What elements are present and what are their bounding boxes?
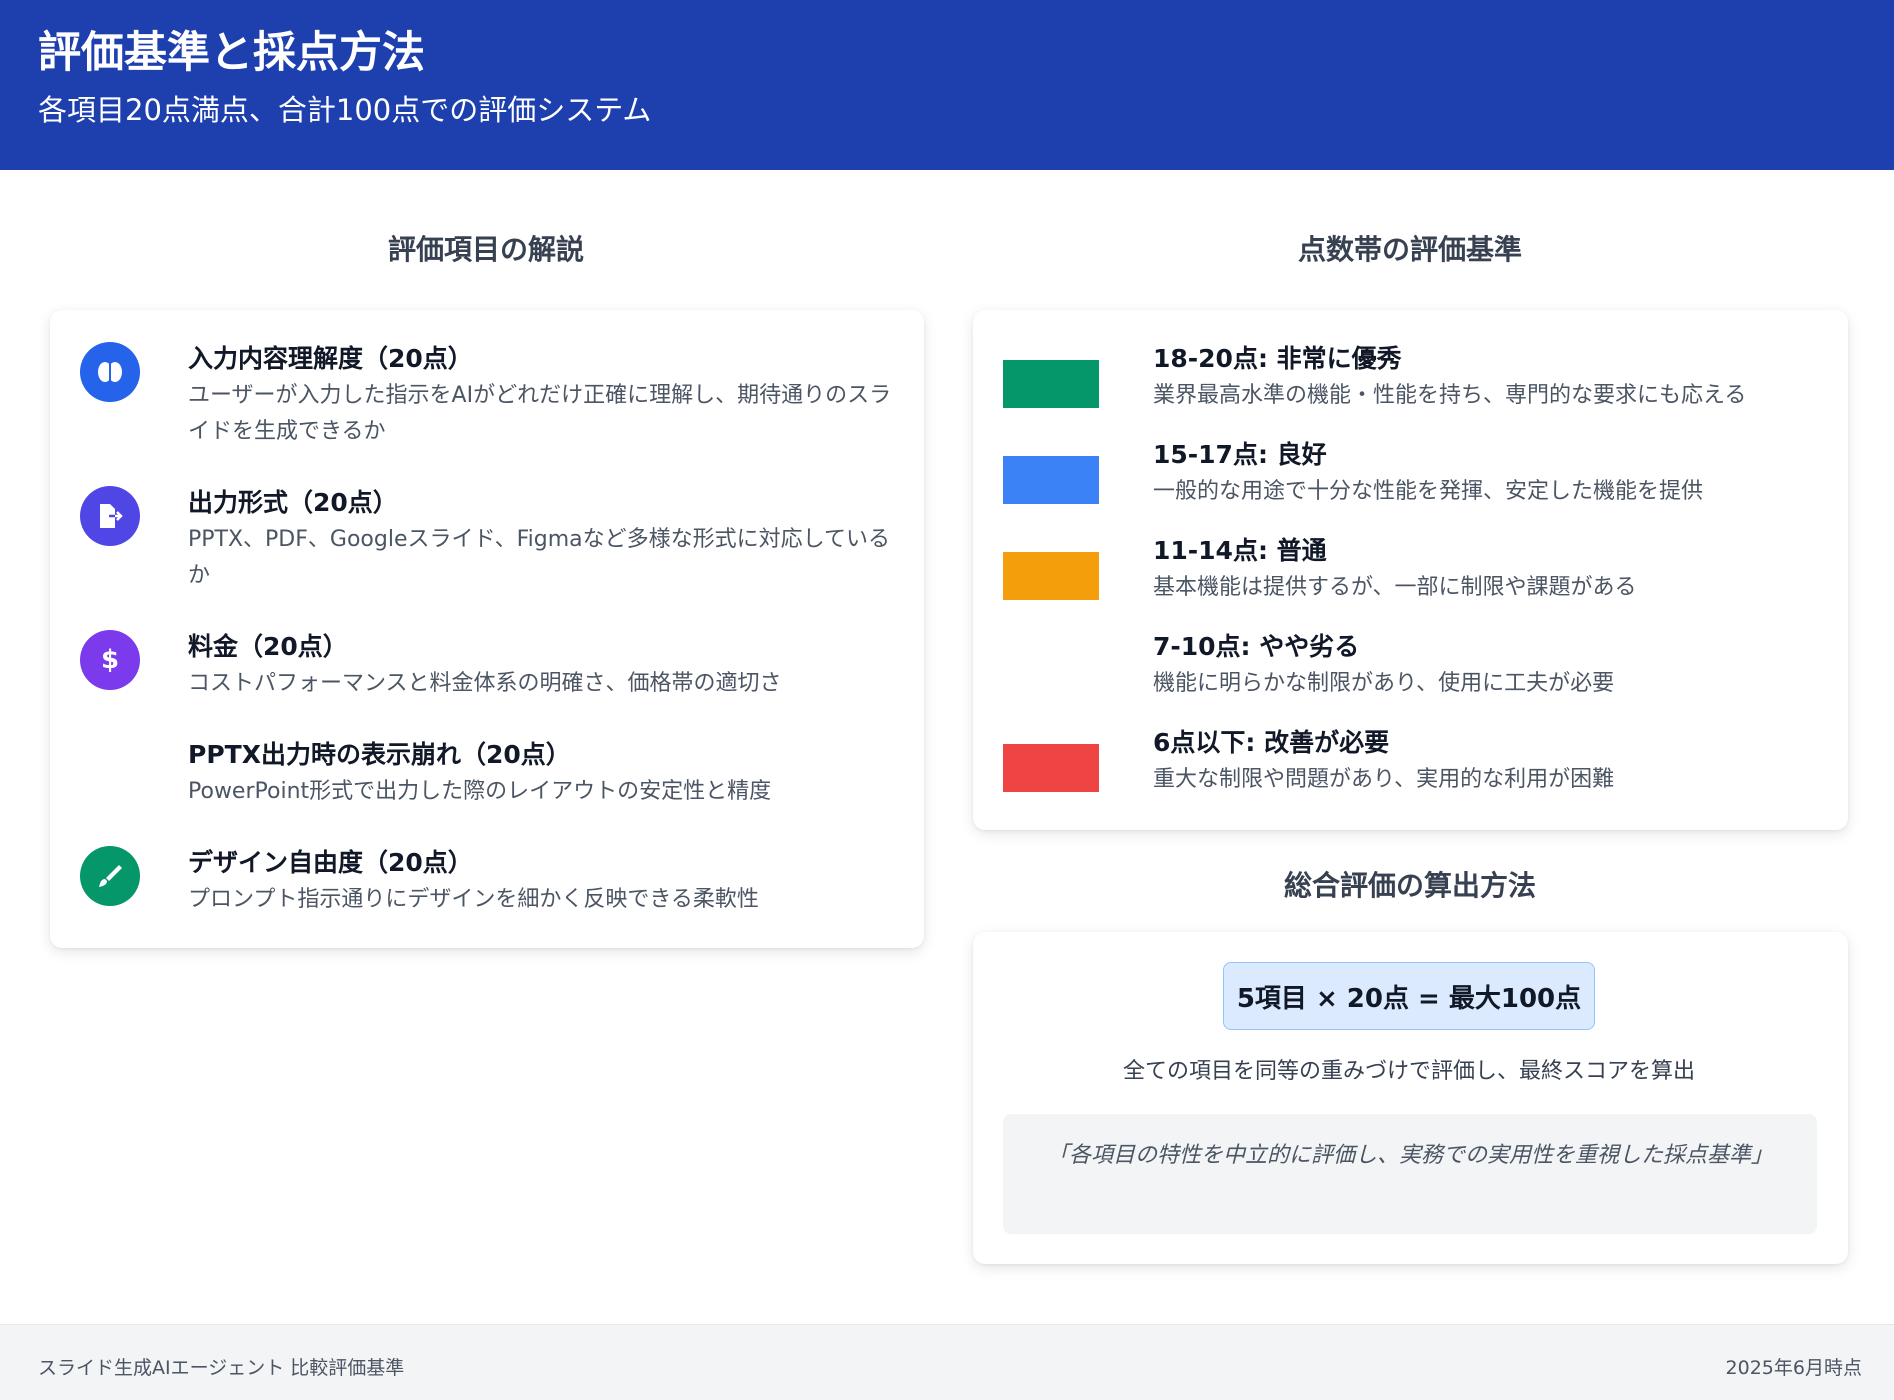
criteria-desc: プロンプト指示通りにデザインを細かく反映できる柔軟性 — [188, 887, 759, 912]
criteria-section-title: 評価項目の解説 — [387, 233, 584, 266]
file-export-icon — [80, 486, 140, 546]
band-item-below-average: 7-10点: やや劣る 機能に明らかな制限があり、使用に工夫が必要 — [1003, 628, 1843, 718]
band-desc: 重大な制限や問題があり、実用的な利用が困難 — [1153, 767, 1615, 792]
dollar-icon: $ — [80, 630, 140, 690]
band-desc: 機能に明らかな制限があり、使用に工夫が必要 — [1153, 671, 1615, 696]
band-color-swatch — [1003, 552, 1099, 600]
quote-box: 「各項目の特性を中立的に評価し、実務での実用性を重視した採点基準」 — [1003, 1114, 1817, 1234]
criteria-desc: PPTX、PDF、Googleスライド、Figmaなど多様な形式に対応しているか — [188, 527, 890, 588]
criteria-title: 料金（20点） — [188, 632, 348, 661]
band-title: 7-10点: やや劣る — [1153, 632, 1360, 661]
band-desc: 基本機能は提供するが、一部に制限や課題がある — [1153, 575, 1637, 600]
criteria-title: 入力内容理解度（20点） — [188, 344, 473, 373]
page-footer: スライド生成AIエージェント 比較評価基準 2025年6月時点 — [0, 1324, 1894, 1400]
criteria-card: 入力内容理解度（20点） ユーザーが入力した指示をAIがどれだけ正確に理解し、期… — [50, 310, 924, 948]
paintbrush-icon — [80, 846, 140, 906]
criteria-desc: コストパフォーマンスと料金体系の明確さ、価格帯の適切さ — [188, 671, 782, 696]
band-title: 15-17点: 良好 — [1153, 440, 1327, 469]
band-item-needs-improvement: 6点以下: 改善が必要 重大な制限や問題があり、実用的な利用が困難 — [1003, 724, 1843, 814]
criteria-title: 出力形式（20点） — [188, 488, 398, 517]
criteria-desc: ユーザーが入力した指示をAIがどれだけ正確に理解し、期待通りのスライドを生成でき… — [188, 383, 892, 444]
page-subtitle: 各項目20点満点、合計100点での評価システム — [38, 93, 652, 127]
band-title: 18-20点: 非常に優秀 — [1153, 344, 1402, 373]
criteria-desc: PowerPoint形式で出力した際のレイアウトの安定性と精度 — [188, 779, 772, 804]
band-desc: 業界最高水準の機能・性能を持ち、専門的な要求にも応える — [1153, 383, 1747, 408]
band-title: 6点以下: 改善が必要 — [1153, 728, 1390, 757]
bands-section-title: 点数帯の評価基準 — [1297, 233, 1522, 266]
criteria-title: PPTX出力時の表示崩れ（20点） — [188, 740, 571, 769]
calc-card: 5項目 × 20点 = 最大100点 全ての項目を同等の重みづけで評価し、最終ス… — [973, 932, 1848, 1264]
band-item-good: 15-17点: 良好 一般的な用途で十分な性能を発揮、安定した機能を提供 — [1003, 436, 1843, 526]
band-title: 11-14点: 普通 — [1153, 536, 1327, 565]
band-item-excellent: 18-20点: 非常に優秀 業界最高水準の機能・性能を持ち、専門的な要求にも応え… — [1003, 340, 1843, 430]
calc-section-title: 総合評価の算出方法 — [1283, 869, 1536, 902]
criteria-title: デザイン自由度（20点） — [188, 848, 473, 877]
band-color-swatch — [1003, 744, 1099, 792]
page-title: 評価基準と採点方法 — [38, 28, 425, 78]
footer-date: 2025年6月時点 — [1725, 1357, 1862, 1379]
band-item-average: 11-14点: 普通 基本機能は提供するが、一部に制限や課題がある — [1003, 532, 1843, 622]
band-color-swatch — [1003, 360, 1099, 408]
formula-box: 5項目 × 20点 = 最大100点 — [1223, 962, 1595, 1030]
band-desc: 一般的な用途で十分な性能を発揮、安定した機能を提供 — [1153, 479, 1704, 504]
bands-card: 18-20点: 非常に優秀 業界最高水準の機能・性能を持ち、専門的な要求にも応え… — [973, 310, 1848, 830]
footer-caption: スライド生成AIエージェント 比較評価基準 — [38, 1357, 405, 1379]
band-color-swatch — [1003, 456, 1099, 504]
formula-description: 全ての項目を同等の重みづけで評価し、最終スコアを算出 — [1122, 1059, 1695, 1084]
page-header: 評価基準と採点方法 各項目20点満点、合計100点での評価システム — [0, 0, 1894, 170]
brain-icon — [80, 342, 140, 402]
